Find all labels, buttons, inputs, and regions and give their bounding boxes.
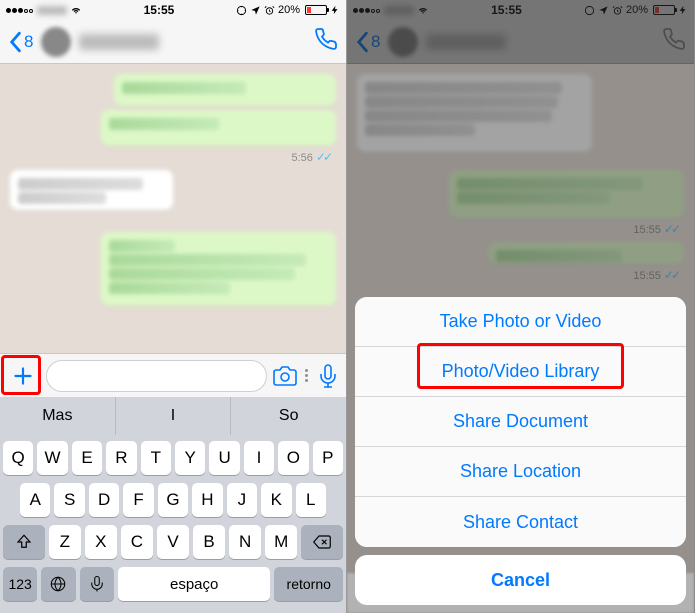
key-q[interactable]: Q — [3, 441, 33, 475]
space-key[interactable]: espaço — [118, 567, 270, 601]
carrier-blur — [37, 6, 67, 15]
key-z[interactable]: Z — [49, 525, 81, 559]
suggestion-1[interactable]: Mas — [0, 397, 116, 435]
location-icon — [250, 5, 261, 16]
shift-key[interactable] — [3, 525, 45, 559]
back-count: 8 — [24, 32, 33, 52]
suggestion-3[interactable]: So — [231, 397, 346, 435]
key-f[interactable]: F — [123, 483, 153, 517]
key-y[interactable]: Y — [175, 441, 205, 475]
key-a[interactable]: A — [20, 483, 50, 517]
keyboard-suggestions: Mas I So — [0, 397, 346, 435]
dictation-key[interactable] — [80, 567, 114, 601]
status-time: 15:55 — [144, 3, 175, 17]
key-v[interactable]: V — [157, 525, 189, 559]
key-n[interactable]: N — [229, 525, 261, 559]
call-button[interactable] — [314, 27, 338, 56]
key-u[interactable]: U — [209, 441, 239, 475]
mic-button[interactable] — [316, 364, 340, 388]
numbers-key[interactable]: 123 — [3, 567, 37, 601]
charging-icon — [330, 5, 340, 15]
key-o[interactable]: O — [278, 441, 308, 475]
sheet-take-photo[interactable]: Take Photo or Video — [355, 297, 686, 347]
key-e[interactable]: E — [72, 441, 102, 475]
key-g[interactable]: G — [158, 483, 188, 517]
key-x[interactable]: X — [85, 525, 117, 559]
phone-right: 15:55 20% 8 — [347, 0, 694, 613]
avatar[interactable] — [41, 27, 71, 57]
key-j[interactable]: J — [227, 483, 257, 517]
status-bar: 15:55 20% — [0, 0, 346, 20]
back-button[interactable]: 8 — [8, 31, 33, 53]
battery-icon — [303, 5, 327, 15]
key-k[interactable]: K — [261, 483, 291, 517]
contact-name[interactable] — [79, 34, 159, 50]
key-p[interactable]: P — [313, 441, 343, 475]
key-h[interactable]: H — [192, 483, 222, 517]
sheet-cancel[interactable]: Cancel — [355, 555, 686, 605]
globe-key[interactable] — [41, 567, 75, 601]
key-l[interactable]: L — [296, 483, 326, 517]
battery-pct: 20% — [278, 4, 300, 16]
sheet-share-location[interactable]: Share Location — [355, 447, 686, 497]
compass-icon — [236, 5, 247, 16]
return-key[interactable]: retorno — [274, 567, 343, 601]
sheet-photo-library[interactable]: Photo/Video Library — [355, 347, 686, 397]
msg-time: 5:56✓✓ — [10, 150, 330, 164]
alarm-icon — [264, 5, 275, 16]
nav-bar: 8 — [0, 20, 346, 64]
more-icon — [305, 368, 308, 383]
input-bar — [0, 353, 346, 397]
sheet-share-contact[interactable]: Share Contact — [355, 497, 686, 547]
key-i[interactable]: I — [244, 441, 274, 475]
key-r[interactable]: R — [106, 441, 136, 475]
key-m[interactable]: M — [265, 525, 297, 559]
phone-left: 15:55 20% 8 — [0, 0, 347, 613]
message-input[interactable] — [46, 360, 267, 392]
signal-dots — [6, 4, 34, 16]
key-w[interactable]: W — [37, 441, 67, 475]
attach-button[interactable] — [6, 359, 40, 393]
camera-button[interactable] — [273, 364, 297, 388]
key-c[interactable]: C — [121, 525, 153, 559]
key-t[interactable]: T — [141, 441, 171, 475]
backspace-key[interactable] — [301, 525, 343, 559]
action-sheet: Take Photo or Video Photo/Video Library … — [355, 297, 686, 605]
chat-messages: 5:56✓✓ — [0, 64, 346, 316]
sheet-share-document[interactable]: Share Document — [355, 397, 686, 447]
key-b[interactable]: B — [193, 525, 225, 559]
key-s[interactable]: S — [54, 483, 84, 517]
wifi-icon — [70, 3, 82, 18]
keyboard: QWERTYUIOP ASDFGHJKL ZXCVBNM 123 espaço … — [0, 435, 346, 613]
key-d[interactable]: D — [89, 483, 119, 517]
suggestion-2[interactable]: I — [116, 397, 232, 435]
